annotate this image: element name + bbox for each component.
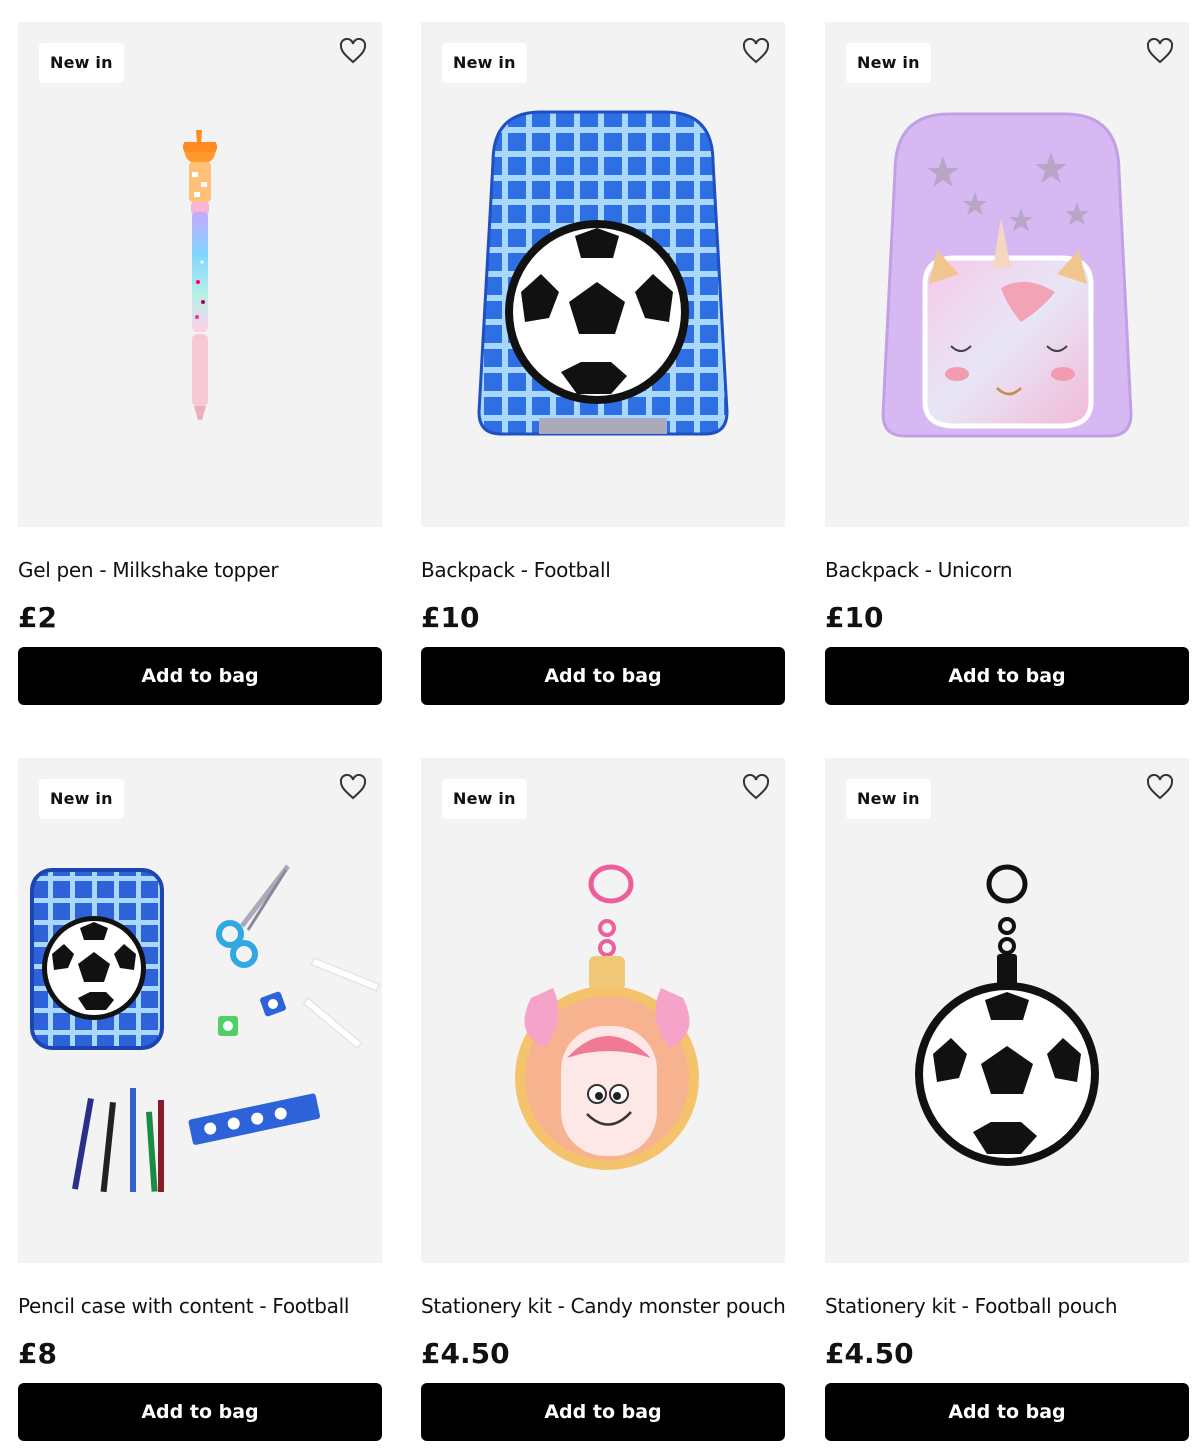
product-name[interactable]: Backpack - Unicorn	[825, 557, 1189, 583]
product-card: New in Pencil case with content - Footba…	[18, 758, 382, 1441]
product-card: New in Stationery kit - Candy monster po…	[421, 758, 786, 1441]
product-card: New in Backpack - Football £10 Add to ba…	[421, 22, 785, 705]
new-in-badge: New in	[39, 43, 124, 83]
candy-monster-pouch-image	[515, 864, 699, 1170]
new-in-badge: New in	[39, 779, 124, 819]
product-name[interactable]: Stationery kit - Football pouch	[825, 1293, 1189, 1319]
add-to-bag-button[interactable]: Add to bag	[18, 647, 382, 705]
product-image-box[interactable]: New in	[421, 22, 785, 527]
add-to-bag-button[interactable]: Add to bag	[18, 1383, 382, 1441]
new-in-badge: New in	[846, 779, 931, 819]
pencil-case-image	[30, 864, 380, 1193]
product-grid: New in Gel pen - Milkshake topper £2 Add…	[0, 0, 1200, 1455]
heart-outline-icon[interactable]	[741, 36, 771, 66]
product-image-box[interactable]: New in	[18, 758, 382, 1263]
new-in-badge: New in	[846, 43, 931, 83]
product-name[interactable]: Stationery kit - Candy monster pouch	[421, 1293, 786, 1319]
product-price: £10	[825, 601, 884, 634]
heart-outline-icon[interactable]	[338, 36, 368, 66]
add-to-bag-button[interactable]: Add to bag	[825, 647, 1189, 705]
product-price: £8	[18, 1337, 57, 1370]
product-image-box[interactable]: New in	[825, 758, 1189, 1263]
football-pouch-image	[915, 864, 1099, 1166]
heart-outline-icon[interactable]	[338, 772, 368, 802]
product-image-box[interactable]: New in	[421, 758, 785, 1263]
new-in-badge: New in	[442, 779, 527, 819]
heart-outline-icon[interactable]	[1145, 772, 1175, 802]
product-card: New in Gel pen - Milkshake topper £2 Add…	[18, 22, 382, 705]
product-price: £4.50	[421, 1337, 510, 1370]
unicorn-backpack-image	[881, 112, 1133, 438]
product-card: New in Backpack - Unicorn £10 Add to bag	[825, 22, 1189, 705]
product-name[interactable]: Backpack - Football	[421, 557, 785, 583]
add-to-bag-button[interactable]: Add to bag	[421, 647, 785, 705]
product-price: £2	[18, 601, 57, 634]
product-image-box[interactable]: New in	[18, 22, 382, 527]
gel-pen-image	[183, 130, 217, 420]
add-to-bag-button[interactable]: Add to bag	[421, 1383, 785, 1441]
heart-outline-icon[interactable]	[1145, 36, 1175, 66]
product-name[interactable]: Gel pen - Milkshake topper	[18, 557, 382, 583]
product-image-box[interactable]: New in	[825, 22, 1189, 527]
product-card: New in Stationery kit - Football pouch £…	[825, 758, 1189, 1441]
heart-outline-icon[interactable]	[741, 772, 771, 802]
product-name[interactable]: Pencil case with content - Football	[18, 1293, 382, 1319]
football-backpack-image	[477, 110, 729, 436]
product-price: £4.50	[825, 1337, 914, 1370]
product-price: £10	[421, 601, 480, 634]
new-in-badge: New in	[442, 43, 527, 83]
add-to-bag-button[interactable]: Add to bag	[825, 1383, 1189, 1441]
